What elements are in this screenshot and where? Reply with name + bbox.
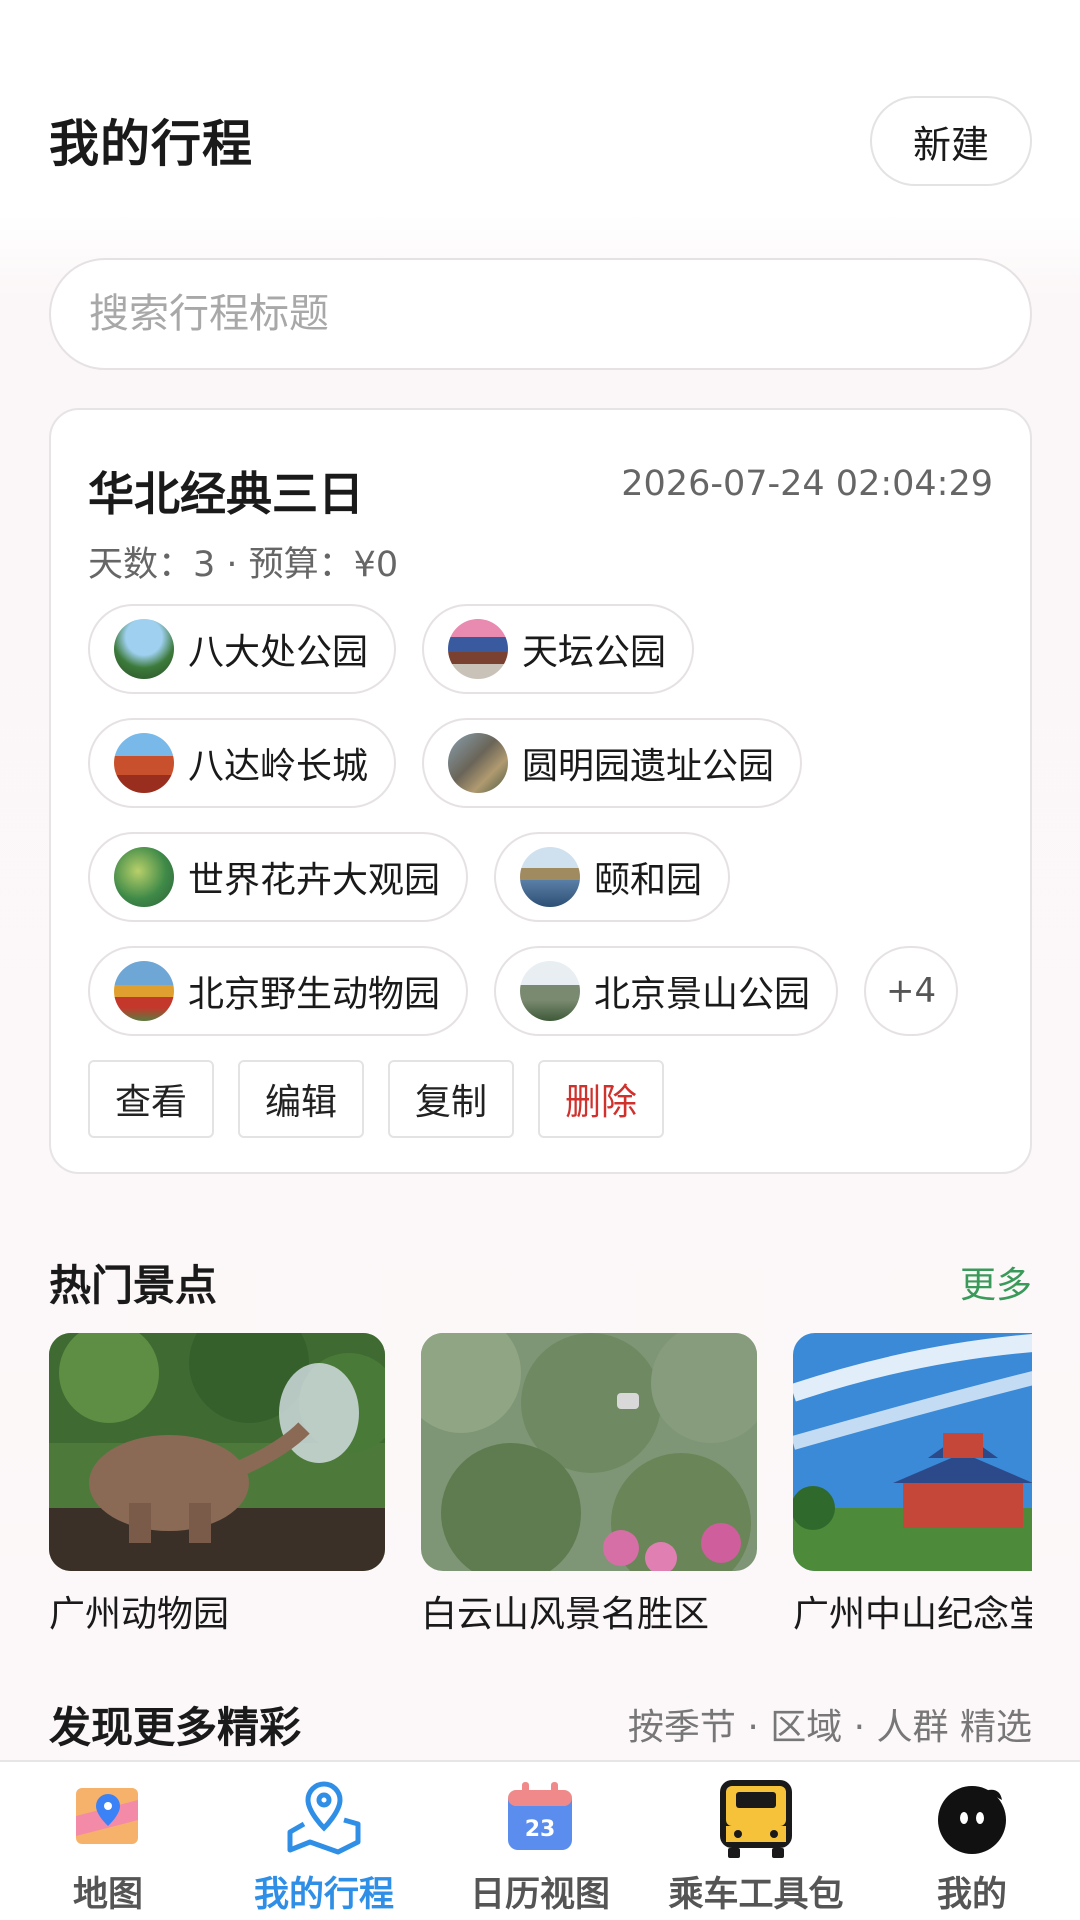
spot-thumbnail: [114, 961, 174, 1021]
spot-thumbnail: [448, 733, 509, 793]
copy-button[interactable]: 复制: [388, 1060, 514, 1138]
hot-spot-card[interactable]: 白云山风景名胜区: [421, 1333, 757, 1637]
tab-map[interactable]: 地图: [0, 1762, 216, 1920]
spot-thumbnail: [520, 961, 581, 1021]
spot-name: 白云山风景名胜区: [421, 1594, 710, 1635]
hot-spots-carousel[interactable]: 广州动物园 白云山风景名胜区 广州中山纪念堂: [49, 1333, 1032, 1653]
location-route-icon: [287, 1781, 361, 1855]
more-spots-chip[interactable]: +4: [864, 946, 959, 1036]
spot-thumbnail: [114, 619, 174, 679]
spot-chip[interactable]: 圆明园遗址公园: [422, 718, 803, 808]
tab-profile[interactable]: 我的: [864, 1762, 1080, 1920]
spot-thumbnail: [114, 847, 174, 907]
spot-chip[interactable]: 世界花卉大观园: [88, 832, 469, 922]
tab-transit-kit[interactable]: 乘车工具包: [648, 1762, 864, 1920]
new-trip-button[interactable]: 新建: [870, 96, 1032, 186]
spot-chip[interactable]: 八达岭长城: [88, 718, 397, 808]
hot-spot-card[interactable]: 广州中山纪念堂: [793, 1333, 1032, 1637]
bottom-tab-bar: 地图 我的行程 23 日历视图 乘车工具包 我的: [0, 1760, 1080, 1920]
trip-actions: 查看 编辑 复制 删除: [88, 1060, 664, 1138]
tab-label: 地图: [72, 1875, 143, 1915]
spot-chip[interactable]: 八大处公园: [88, 604, 397, 694]
spot-chip-label: 北京景山公园: [594, 974, 811, 1015]
spot-chip[interactable]: 天坛公园: [422, 604, 695, 694]
header: 我的行程 新建: [0, 0, 1080, 215]
search-input[interactable]: [89, 291, 989, 337]
spot-chip-label: 八大处公园: [188, 632, 369, 673]
spot-chip-label: 天坛公园: [522, 632, 667, 673]
spot-thumbnail: [520, 847, 581, 907]
tab-my-trips[interactable]: 我的行程: [216, 1762, 432, 1920]
spot-image: [793, 1333, 1032, 1571]
trip-meta: 天数：3 · 预算：¥0: [88, 545, 399, 585]
spot-chip-label: 颐和园: [594, 860, 703, 901]
tab-label: 我的行程: [253, 1875, 394, 1915]
page-title: 我的行程: [49, 115, 253, 173]
svg-text:23: 23: [525, 1817, 556, 1842]
spot-thumbnail: [114, 733, 174, 793]
hot-spots-title: 热门景点: [49, 1261, 218, 1310]
spot-chip-label: 圆明园遗址公园: [522, 746, 775, 787]
spot-chip[interactable]: 颐和园: [494, 832, 731, 922]
delete-button[interactable]: 删除: [538, 1060, 664, 1138]
tab-label: 日历视图: [469, 1875, 610, 1915]
spot-thumbnail: [448, 619, 509, 679]
hot-spots-more-link[interactable]: 更多: [960, 1256, 1032, 1308]
spot-chips: 八大处公园 天坛公园 八达岭长城 圆明园遗址公园 世界花卉大观园 颐和园 北京野…: [88, 604, 1008, 1060]
spot-image: [49, 1333, 385, 1571]
tab-label: 我的: [936, 1875, 1007, 1915]
bus-icon: [720, 1780, 792, 1858]
calendar-icon: 23: [508, 1782, 572, 1850]
profile-avatar-icon: [938, 1786, 1006, 1854]
spot-chip[interactable]: 北京野生动物园: [88, 946, 469, 1036]
spot-chip-label: 世界花卉大观园: [188, 860, 441, 901]
discover-title: 发现更多精彩: [49, 1703, 302, 1752]
search-bar[interactable]: [49, 258, 1032, 370]
spot-chip-label: 八达岭长城: [188, 746, 369, 787]
spot-image: [421, 1333, 757, 1571]
map-icon: [76, 1788, 138, 1844]
view-button[interactable]: 查看: [88, 1060, 214, 1138]
spot-name: 广州中山纪念堂: [793, 1594, 1032, 1635]
spot-name: 广州动物园: [49, 1594, 230, 1635]
edit-button[interactable]: 编辑: [238, 1060, 364, 1138]
hot-spot-card[interactable]: 广州动物园: [49, 1333, 385, 1637]
trip-timestamp: 2026-07-24 02:04:29: [621, 464, 993, 504]
discover-filter-text[interactable]: 按季节 · 区域 · 人群 精选: [628, 1698, 1032, 1750]
tab-calendar[interactable]: 23 日历视图: [432, 1762, 648, 1920]
trip-card[interactable]: 华北经典三日 2026-07-24 02:04:29 天数：3 · 预算：¥0 …: [49, 408, 1032, 1174]
spot-chip[interactable]: 北京景山公园: [494, 946, 839, 1036]
spot-chip-label: 北京野生动物园: [188, 974, 441, 1015]
tab-label: 乘车工具包: [668, 1875, 844, 1915]
trip-title: 华北经典三日: [88, 467, 364, 521]
